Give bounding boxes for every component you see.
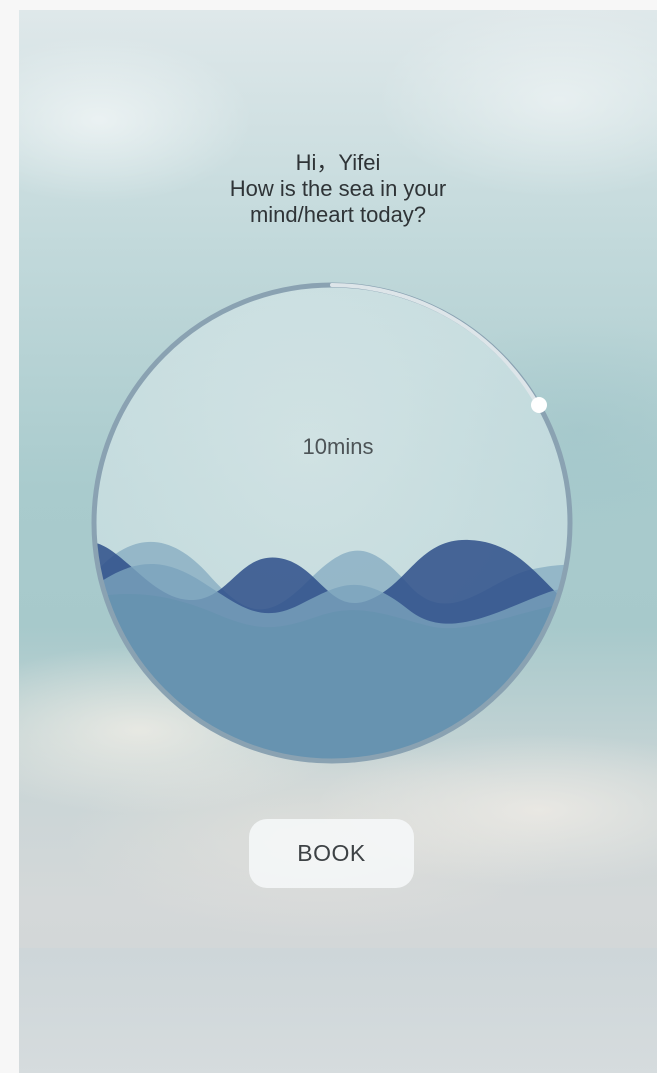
greeting-question-line1: How is the sea in your <box>229 176 447 201</box>
bottom-panel <box>19 948 657 1073</box>
wave-front <box>94 594 570 761</box>
app-screen: Hi，Yifei How is the sea in your mind/hea… <box>19 10 657 1073</box>
greeting: Hi，Yifei How is the sea in your mind/hea… <box>19 150 657 228</box>
book-button[interactable]: BOOK <box>249 819 414 888</box>
progress-handle[interactable] <box>531 397 547 413</box>
sea-mood-dial-graphic <box>91 282 573 764</box>
sea-mood-dial[interactable] <box>89 280 575 766</box>
sea-waves <box>94 539 570 761</box>
greeting-name: Hi，Yifei <box>295 150 381 175</box>
greeting-question-line2: mind/heart today? <box>249 202 427 227</box>
timer-label: 10mins <box>302 434 374 459</box>
